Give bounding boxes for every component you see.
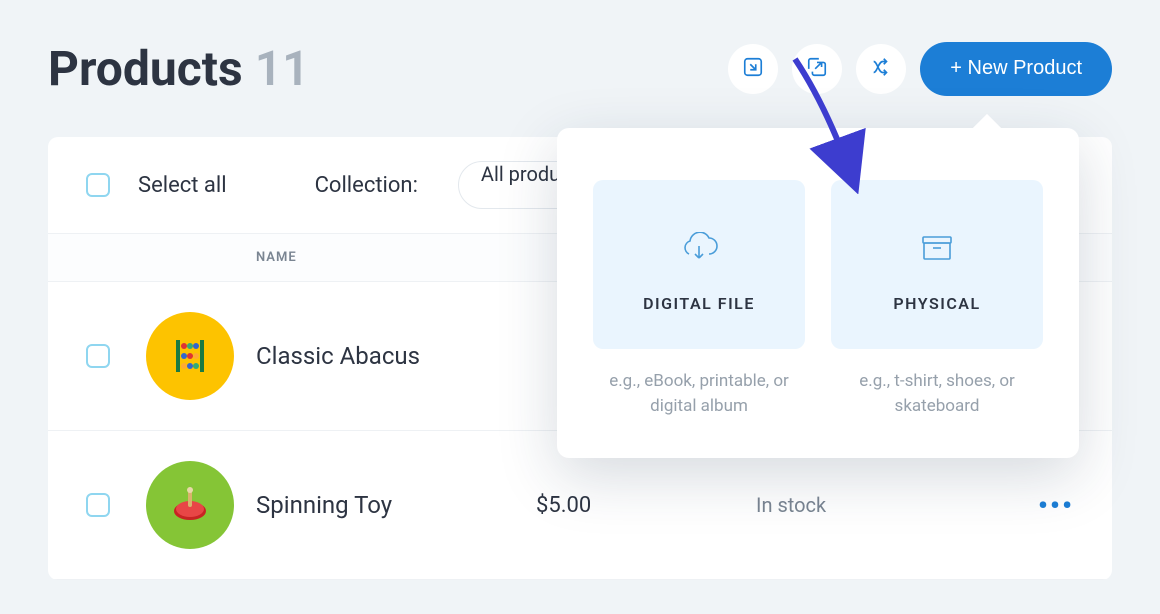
- select-all-checkbox[interactable]: [86, 173, 110, 197]
- row-more-button[interactable]: •••: [1026, 489, 1074, 522]
- digital-option: DIGITAL FILE e.g., eBook, printable, or …: [593, 180, 805, 418]
- products-count: 11: [255, 40, 310, 97]
- import-button[interactable]: [728, 44, 778, 94]
- header-actions: + New Product: [728, 42, 1112, 96]
- collection-label: Collection:: [315, 173, 418, 198]
- shuffle-icon: [870, 56, 892, 81]
- row-checkbox[interactable]: [86, 344, 110, 368]
- new-product-label: + New Product: [950, 57, 1082, 80]
- export-icon: [806, 56, 828, 81]
- new-product-popover: DIGITAL FILE e.g., eBook, printable, or …: [557, 128, 1079, 458]
- physical-title: PHYSICAL: [893, 294, 980, 313]
- product-thumb: [146, 312, 234, 400]
- product-name: Spinning Toy: [256, 491, 536, 519]
- page-header: Products 11 + New Product: [48, 40, 1112, 97]
- export-button[interactable]: [792, 44, 842, 94]
- digital-title: DIGITAL FILE: [643, 294, 755, 313]
- digital-desc: e.g., eBook, printable, or digital album: [593, 369, 805, 418]
- col-name-header: NAME: [256, 250, 536, 265]
- new-product-button[interactable]: + New Product: [920, 42, 1112, 96]
- physical-desc: e.g., t-shirt, shoes, or skateboard: [831, 369, 1043, 418]
- product-name: Classic Abacus: [256, 342, 536, 370]
- select-all-label: Select all: [138, 173, 227, 198]
- product-stock: In stock: [756, 493, 1026, 517]
- digital-option-card[interactable]: DIGITAL FILE: [593, 180, 805, 349]
- physical-option-card[interactable]: PHYSICAL: [831, 180, 1043, 349]
- page-title: Products: [48, 40, 243, 97]
- box-icon: [922, 230, 952, 266]
- cloud-download-icon: [679, 230, 719, 266]
- shuffle-button[interactable]: [856, 44, 906, 94]
- import-icon: [742, 56, 764, 81]
- title-group: Products 11: [48, 40, 310, 97]
- physical-option: PHYSICAL e.g., t-shirt, shoes, or skateb…: [831, 180, 1043, 418]
- product-price: $5.00: [536, 493, 756, 518]
- product-thumb: [146, 461, 234, 549]
- row-checkbox[interactable]: [86, 493, 110, 517]
